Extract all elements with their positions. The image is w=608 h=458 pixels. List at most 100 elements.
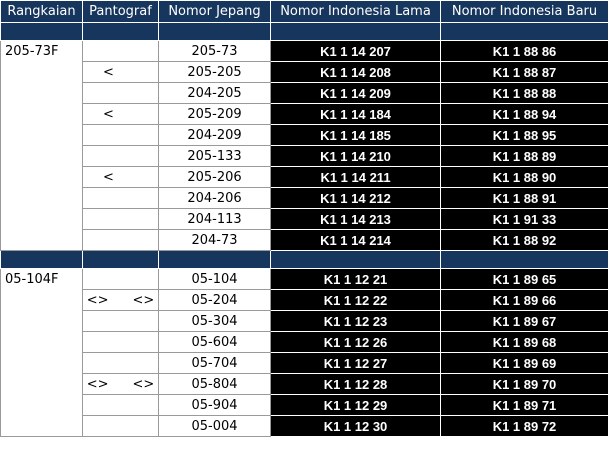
nomor-baru-cell: K1 1 88 91: [440, 187, 608, 209]
nomor-baru-cell: K1 1 88 86: [440, 40, 608, 62]
table-row: 205-73F 205-73 K1 1 14 207 K1 1 88 86: [0, 40, 608, 251]
pantograf-cell: [82, 208, 159, 230]
nomor-jepang-cell: 205-209: [158, 103, 271, 125]
separator-cell: [440, 22, 608, 41]
table-row: 05-904 K1 1 12 29 K1 1 89 71: [1, 394, 608, 416]
nomor-jepang-cell: 05-104: [158, 268, 271, 290]
table-row: 05-604 K1 1 12 26 K1 1 89 68: [1, 331, 608, 353]
separator-cell: [0, 250, 83, 269]
pantograf-cell: [82, 310, 159, 332]
group-separator: [0, 250, 608, 269]
table-row: 204-205 K1 1 14 209 K1 1 88 88: [1, 82, 608, 104]
table-row: 05-104F 05-104 K1 1 12 21 K1 1 89 65: [0, 268, 608, 437]
nomor-lama-cell: K1 1 12 26: [270, 331, 441, 353]
separator-cell: [270, 22, 441, 41]
nomor-jepang-cell: 05-804: [158, 373, 271, 395]
pantograf-cell: [82, 229, 159, 251]
train-numbering-table: Rangkaian Pantograf Nomor Jepang Nomor I…: [0, 0, 608, 437]
separator-cell: [82, 22, 159, 41]
nomor-jepang-cell: 204-113: [158, 208, 271, 230]
pantograf-cell: [82, 40, 159, 62]
header-pantograf: Pantograf: [82, 0, 159, 23]
nomor-baru-cell: K1 1 88 95: [440, 124, 608, 146]
pantograf-cell: <: [82, 166, 159, 188]
table-row: 204-206 K1 1 14 212 K1 1 88 91: [1, 187, 608, 209]
table-row: <205-206 K1 1 14 211 K1 1 88 90: [1, 166, 608, 188]
table-row: 05-304 K1 1 12 23 K1 1 89 67: [1, 310, 608, 332]
nomor-lama-cell: K1 1 14 185: [270, 124, 441, 146]
pantograf-cell: [82, 82, 159, 104]
pantograf-symbol: <: [103, 64, 114, 80]
nomor-lama-cell: K1 1 14 211: [270, 166, 441, 188]
separator-cell: [0, 22, 83, 41]
rangkaian-cell: 05-104F: [0, 268, 83, 437]
nomor-lama-cell: K1 1 14 212: [270, 187, 441, 209]
pantograf-symbol: <>: [132, 292, 155, 308]
nomor-jepang-cell: 205-73: [158, 40, 271, 62]
nomor-baru-cell: K1 1 88 92: [440, 229, 608, 251]
header-nomor-jepang: Nomor Jepang: [158, 0, 271, 23]
table-row: 204-73 K1 1 14 214 K1 1 88 92: [1, 229, 608, 251]
nomor-lama-cell: K1 1 14 214: [270, 229, 441, 251]
nomor-lama-cell: K1 1 12 22: [270, 289, 441, 311]
nomor-jepang-cell: 204-206: [158, 187, 271, 209]
nomor-baru-cell: K1 1 89 69: [440, 352, 608, 374]
nomor-jepang-cell: 204-205: [158, 82, 271, 104]
nomor-lama-cell: K1 1 12 30: [270, 415, 441, 437]
table-row: <205-205 K1 1 14 208 K1 1 88 87: [1, 61, 608, 83]
header-rangkaian: Rangkaian: [0, 0, 83, 23]
pantograf-symbol: <>: [132, 376, 155, 392]
nomor-jepang-cell: 205-133: [158, 145, 271, 167]
nomor-baru-cell: K1 1 89 66: [440, 289, 608, 311]
nomor-jepang-cell: 05-904: [158, 394, 271, 416]
table-row: <> <> 05-204 K1 1 12 22 K1 1 89 66: [1, 289, 608, 311]
nomor-lama-cell: K1 1 12 27: [270, 352, 441, 374]
nomor-jepang-cell: 05-004: [158, 415, 271, 437]
nomor-lama-cell: K1 1 12 29: [270, 394, 441, 416]
nomor-lama-cell: K1 1 14 209: [270, 82, 441, 104]
nomor-jepang-cell: 204-209: [158, 124, 271, 146]
nomor-baru-cell: K1 1 89 70: [440, 373, 608, 395]
nomor-jepang-cell: 205-206: [158, 166, 271, 188]
nomor-baru-cell: K1 1 89 68: [440, 331, 608, 353]
pantograf-cell: <> <>: [82, 289, 159, 311]
table-row: <205-209 K1 1 14 184 K1 1 88 94: [1, 103, 608, 125]
nomor-baru-cell: K1 1 89 71: [440, 394, 608, 416]
nomor-jepang-cell: 204-73: [158, 229, 271, 251]
nomor-baru-cell: K1 1 88 89: [440, 145, 608, 167]
header-nomor-indonesia-lama: Nomor Indonesia Lama: [270, 0, 441, 23]
nomor-lama-cell: K1 1 12 23: [270, 310, 441, 332]
pantograf-cell: [82, 145, 159, 167]
separator-cell: [82, 250, 159, 269]
nomor-lama-cell: K1 1 14 207: [270, 40, 441, 62]
pantograf-cell: <: [82, 103, 159, 125]
nomor-baru-cell: K1 1 88 90: [440, 166, 608, 188]
nomor-jepang-cell: 05-704: [158, 352, 271, 374]
separator-cell: [270, 250, 441, 269]
nomor-lama-cell: K1 1 12 21: [270, 268, 441, 290]
nomor-baru-cell: K1 1 88 94: [440, 103, 608, 125]
pantograf-cell: [82, 331, 159, 353]
pantograf-symbol: <: [103, 169, 114, 185]
separator-cell: [440, 250, 608, 269]
nomor-baru-cell: K1 1 89 72: [440, 415, 608, 437]
nomor-baru-cell: K1 1 91 33: [440, 208, 608, 230]
nomor-lama-cell: K1 1 14 210: [270, 145, 441, 167]
nomor-lama-cell: K1 1 14 208: [270, 61, 441, 83]
pantograf-cell: [82, 268, 159, 290]
rangkaian-cell: 205-73F: [0, 40, 83, 251]
nomor-jepang-cell: 05-604: [158, 331, 271, 353]
table-body: 205-73F 205-73 K1 1 14 207 K1 1 88 86 <205-2…: [0, 22, 608, 437]
nomor-baru-cell: K1 1 89 65: [440, 268, 608, 290]
nomor-lama-cell: K1 1 14 184: [270, 103, 441, 125]
nomor-baru-cell: K1 1 88 87: [440, 61, 608, 83]
table-row: 204-209 K1 1 14 185 K1 1 88 95: [1, 124, 608, 146]
separator-cell: [158, 250, 271, 269]
pantograf-cell: [82, 124, 159, 146]
pantograf-symbol: <>: [86, 292, 109, 308]
nomor-lama-cell: K1 1 12 28: [270, 373, 441, 395]
header-row: Rangkaian Pantograf Nomor Jepang Nomor I…: [0, 0, 608, 23]
pantograf-cell: <> <>: [82, 373, 159, 395]
nomor-lama-cell: K1 1 14 213: [270, 208, 441, 230]
group-separator: [0, 22, 608, 41]
